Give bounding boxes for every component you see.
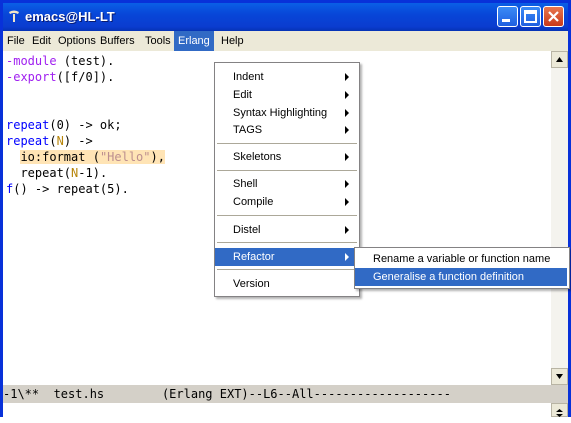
emacs-window: emacs@HL-LT File Edit Options Buffers To… [0,0,571,417]
code-token: "Hello" [99,150,151,164]
close-icon [548,11,559,22]
code-line: io:format ("Hello"), [6,149,165,165]
menu-item-syntax-highlighting[interactable]: Syntax Highlighting [215,104,357,122]
submenu-arrow-icon [345,73,349,81]
submenu-arrow-icon [345,180,349,188]
menu-item-label: Skeletons [233,151,282,163]
updown-arrows-icon [556,409,563,417]
arrow-down-icon [556,374,563,379]
menu-separator [217,215,357,216]
vertical-scrollbar[interactable] [551,51,568,385]
menu-item-compile[interactable]: Compile [215,193,357,211]
menu-item-label: Refactor [233,251,275,263]
code-line: f() -> repeat(5). [6,181,129,197]
refactor-submenu: Rename a variable or function name Gener… [354,247,570,289]
emacs-gnu-icon [9,10,19,22]
menu-separator [217,242,357,243]
code-line: repeat(N) -> [6,133,93,149]
menu-item-tags[interactable]: TAGS [215,121,357,139]
menu-item-shell[interactable]: Shell [215,175,357,193]
code-token: repeat( [6,166,72,180]
code-token: -export [6,70,57,84]
close-button[interactable] [543,6,564,27]
menu-item-refactor[interactable]: Refactor [215,248,357,266]
submenu-arrow-icon [345,198,349,206]
code-token: () -> repeat(5). [13,182,129,196]
submenu-arrow-icon [345,153,349,161]
menu-item-label: Compile [233,196,274,208]
menu-options[interactable]: Options [54,31,100,51]
minibuffer[interactable] [3,403,568,417]
code-token: io:format [20,150,86,164]
menu-item-label: Version [233,278,270,290]
maximize-icon [524,10,537,23]
menu-item-label: Syntax Highlighting [233,107,328,119]
code-line: -module (test). [6,53,114,69]
submenu-arrow-icon [345,226,349,234]
menu-separator [217,269,357,270]
code-token: repeat [6,134,50,148]
erlang-menu: Indent Edit Syntax Highlighting TAGS Ske… [214,62,360,297]
submenu-arrow-icon [345,109,349,117]
menu-item-edit[interactable]: Edit [215,86,357,104]
menu-item-label: Indent [233,71,264,83]
window-title: emacs@HL-LT [25,9,115,24]
menu-buffers[interactable]: Buffers [96,31,139,51]
menu-file[interactable]: File [3,31,29,51]
code-line: repeat(N-1). [6,165,107,181]
highlighted-expression: io:format ("Hello"), [20,150,165,164]
code-token: ( [85,150,100,164]
code-token: ) -> [63,134,93,148]
code-token: repeat [6,118,50,132]
menu-bar: File Edit Options Buffers Tools Erlang H… [3,31,568,51]
minimize-icon [502,19,510,22]
submenu-arrow-icon [345,126,349,134]
menu-item-generalise[interactable]: Generalise a function definition [355,268,567,286]
code-token: ([f/0]). [56,70,115,84]
code-token: ( [49,134,57,148]
title-bar[interactable]: emacs@HL-LT [3,3,568,31]
menu-tools[interactable]: Tools [141,31,175,51]
scroll-up-button[interactable] [551,51,568,68]
menu-item-rename[interactable]: Rename a variable or function name [355,250,567,268]
minibuffer-scroll-button[interactable] [551,403,568,417]
scroll-down-button[interactable] [551,368,568,385]
code-token: (0) -> ok; [49,118,122,132]
menu-separator [217,143,357,144]
code-token: N [56,134,64,148]
code-token: ), [150,150,165,164]
maximize-button[interactable] [520,6,541,27]
code-token: -module [6,54,57,68]
code-line: -export([f/0]). [6,69,114,85]
menu-edit[interactable]: Edit [28,31,55,51]
menu-separator [217,170,357,171]
menu-item-distel[interactable]: Distel [215,221,357,239]
menu-item-label: Shell [233,178,258,190]
menu-item-label: TAGS [233,124,263,136]
code-line: repeat(0) -> ok; [6,117,122,133]
menu-item-label: Edit [233,89,252,101]
code-token: (test). [56,54,115,68]
code-token: -1). [78,166,108,180]
submenu-arrow-icon [345,253,349,261]
minimize-button[interactable] [497,6,518,27]
menu-item-label: Distel [233,224,261,236]
menu-erlang[interactable]: Erlang [174,31,214,51]
menu-help[interactable]: Help [217,31,248,51]
menu-item-indent[interactable]: Indent [215,68,357,86]
menu-item-skeletons[interactable]: Skeletons [215,148,357,166]
arrow-up-icon [556,57,563,62]
submenu-arrow-icon [345,91,349,99]
mode-line: -1\** test.hs (Erlang EXT)--L6--All-----… [3,385,568,403]
menu-item-version[interactable]: Version [215,275,357,293]
